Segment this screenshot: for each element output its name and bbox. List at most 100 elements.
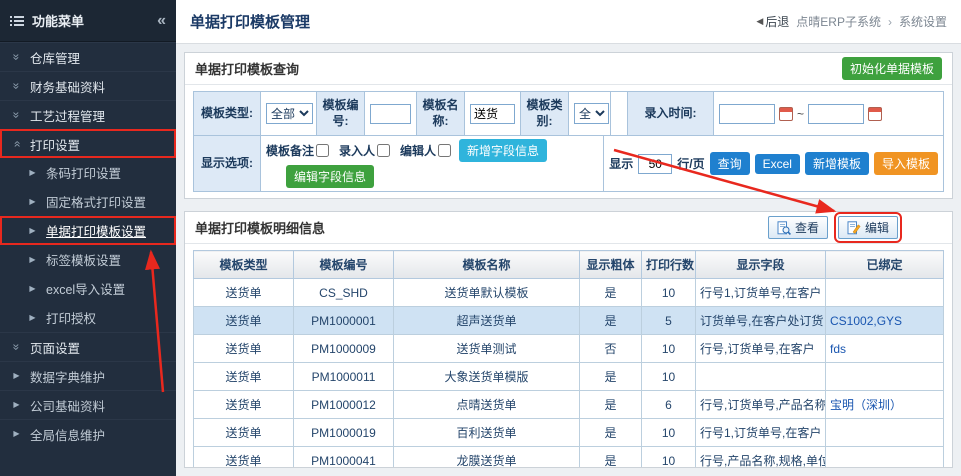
cell-bold: 是 [580,307,642,335]
arrow-right-icon: ▶ [26,314,39,322]
table-row[interactable]: 送货单PM1000041龙膜送货单是10行号,产品名称,规格,单位 [194,447,944,468]
templates-table: 模板类型模板编号模板名称显示粗体打印行数显示字段已绑定 送货单CS_SHD送货单… [193,250,944,467]
template-type-select[interactable]: 全部 [266,103,313,124]
edit-icon [847,221,861,235]
template-type-label: 模板类型: [194,92,260,135]
import-template-button[interactable]: 导入模板 [874,152,938,175]
cell-bound [826,363,944,391]
cell-fields: 订货单号,在客户处订货 [696,307,826,335]
query-panel-title: 单据打印模板查询 [195,59,299,78]
sidebar-item-label: 公司基础资料 [30,396,105,415]
display-option-checkbox[interactable]: 录入人 [339,142,390,159]
table-row[interactable]: 送货单PM1000012点晴送货单是6行号,订货单号,产品名称宝明（深圳） [194,391,944,419]
sidebar-item[interactable]: »仓库管理 [0,42,176,71]
chevron-down-icon: » [11,80,23,93]
checkbox-input[interactable] [438,144,451,157]
new-template-button[interactable]: 新增模板 [805,152,869,175]
cell-name: 送货单默认模板 [394,279,580,307]
cell-lines: 10 [642,447,696,468]
edit-field-info-button[interactable]: 编辑字段信息 [286,165,374,188]
options-line-2: 编辑字段信息 [286,165,374,188]
display-option-checkbox[interactable]: 编辑人 [400,142,451,159]
back-button[interactable]: ◀ 后退 [756,13,789,30]
cell-type: 送货单 [194,307,294,335]
sidebar-item[interactable]: ▶ 条码打印设置 [0,158,176,187]
checkbox-label: 编辑人 [400,142,436,159]
init-template-button[interactable]: 初始化单据模板 [842,57,942,80]
search-button[interactable]: 查询 [710,152,750,175]
sidebar-collapse-icon[interactable]: « [157,12,166,30]
entry-time-end-input[interactable] [808,104,864,124]
sidebar-item[interactable]: » 工艺过程管理 [0,100,176,129]
cell-bold: 是 [580,363,642,391]
template-no-input[interactable] [370,104,411,124]
breadcrumb: ◀ 后退 点晴ERP子系统 › 系统设置 [756,13,947,30]
display-option-checkbox[interactable]: 模板备注 [266,142,329,159]
checkbox-input[interactable] [377,144,390,157]
app-window: { "colors": { "sidebar_bg": "#222e3e", "… [0,0,961,476]
label-text: 模板名称: [422,98,459,129]
detail-panel: 单据打印模板明细信息 查看 [184,211,953,468]
rows-per-page-input[interactable] [638,154,672,174]
sidebar-item[interactable]: ▶全局信息维护 [0,419,176,448]
add-field-info-button[interactable]: 新增字段信息 [459,139,547,162]
table-body: 送货单CS_SHD送货单默认模板是10行号1,订货单号,在客户送货单PM1000… [194,279,944,468]
cell-fields [696,363,826,391]
sidebar-item[interactable]: ▶数据字典维护 [0,361,176,390]
cell-name: 送货单测试 [394,335,580,363]
cell-type: 送货单 [194,391,294,419]
excel-button[interactable]: Excel [755,154,800,174]
view-button[interactable]: 查看 [768,216,828,239]
calendar-icon[interactable] [868,107,882,121]
detail-panel-title: 单据打印模板明细信息 [195,218,325,237]
query-panel: 单据打印模板查询 初始化单据模板 模板类型: 全部 模板编号: 模板名称: [184,52,953,199]
template-no-label: 模板编号: [316,92,364,135]
chevron-down-icon: » [11,109,23,122]
template-name-input[interactable] [470,104,515,124]
cell-name: 大象送货单模版 [394,363,580,391]
sidebar-item-label: 财务基础资料 [30,77,105,96]
range-separator: ~ [797,107,804,121]
sidebar-item-label: 工艺过程管理 [30,106,105,125]
sidebar-item[interactable]: ▶单据打印模板设置 [0,216,176,245]
page-title: 单据打印模板管理 [190,11,310,32]
cell-bound: 宝明（深圳） [826,391,944,419]
column-header: 已绑定 [826,251,944,279]
breadcrumb-parent[interactable]: 点晴ERP子系统 [796,13,881,30]
table-row[interactable]: 送货单PM1000009送货单测试否10行号,订货单号,在客户fds [194,335,944,363]
sidebar-item[interactable]: »打印设置 [0,129,176,158]
arrow-right-icon: ▶ [26,169,39,177]
breadcrumb-current[interactable]: 系统设置 [899,13,947,30]
arrow-right-icon: ▶ [10,430,23,438]
table-row[interactable]: 送货单PM1000011大象送货单模版是10 [194,363,944,391]
checkbox-input[interactable] [316,144,329,157]
table-row[interactable]: 送货单PM1000019百利送货单是10行号1,订货单号,在客户 [194,419,944,447]
sidebar-item-label: 数据字典维护 [30,367,105,386]
chevron-down-icon: » [11,51,23,64]
cell-type: 送货单 [194,363,294,391]
sidebar-item-label: excel导入设置 [46,279,125,298]
sidebar-header: 功能菜单 « [0,0,176,42]
cell-code: PM1000012 [294,391,394,419]
sidebar-item[interactable]: ▶excel导入设置 [0,274,176,303]
entry-time-start-input[interactable] [719,104,775,124]
sidebar-item[interactable]: » 财务基础资料 [0,71,176,100]
sidebar-item[interactable]: ▶固定格式打印设置 [0,187,176,216]
query-form: 模板类型: 全部 模板编号: 模板名称: 模板类别: [185,85,952,198]
table-row[interactable]: 送货单CS_SHD送货单默认模板是10行号1,订货单号,在客户 [194,279,944,307]
app: 功能菜单 « »仓库管理»财务基础资料»工艺过程管理»打印设置▶条码打印设置▶固… [0,0,961,476]
cell-bold: 是 [580,279,642,307]
cell-name: 点晴送货单 [394,391,580,419]
calendar-icon[interactable] [779,107,793,121]
sidebar-item[interactable]: ▶标签模板设置 [0,245,176,274]
view-icon [777,221,791,235]
list-actions-cell: 显示 行/页 查询 Excel 新增模板 导入模板 [603,136,943,191]
edit-button[interactable]: 编辑 [838,216,898,239]
sidebar-item-label: 条码打印设置 [46,163,121,182]
cell-bound: CS1002,GYS [826,307,944,335]
sidebar-item[interactable]: ▶公司基础资料 [0,390,176,419]
template-category-select[interactable]: 全 [574,103,609,124]
sidebar-item[interactable]: ▶打印授权 [0,303,176,332]
sidebar-item[interactable]: »页面设置 [0,332,176,361]
table-row[interactable]: 送货单PM1000001超声送货单是5订货单号,在客户处订货CS1002,GYS [194,307,944,335]
